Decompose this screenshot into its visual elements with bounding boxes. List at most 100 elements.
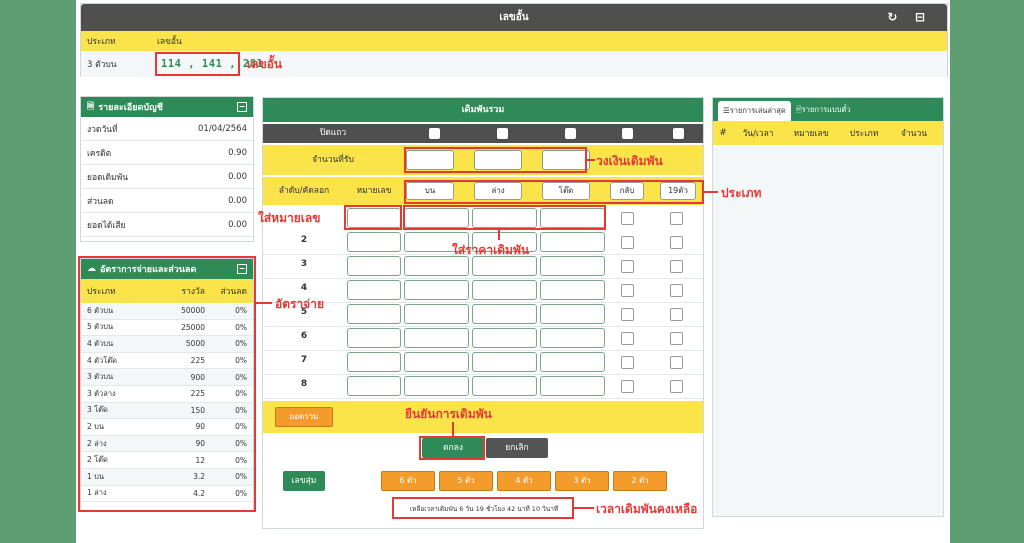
nineteen-checkbox[interactable] (670, 260, 683, 273)
annotation-line (704, 191, 718, 193)
close-col-checkbox[interactable] (429, 128, 440, 139)
number-input[interactable] (347, 328, 401, 348)
price-input[interactable] (472, 352, 537, 372)
reverse-checkbox[interactable] (621, 308, 634, 321)
row-number: 4 (300, 283, 308, 293)
nineteen-checkbox[interactable] (670, 284, 683, 297)
row-number: 6 (300, 331, 308, 341)
price-input[interactable] (404, 328, 469, 348)
locked-numbers-title: เลขอั้น (499, 12, 529, 23)
close-col-checkbox[interactable] (497, 128, 508, 139)
reverse-checkbox[interactable] (621, 212, 634, 225)
row-number: 8 (300, 379, 308, 389)
annotation-locked: เลขอั้น (247, 57, 283, 71)
close-col-checkbox[interactable] (622, 128, 633, 139)
quick-digit-button[interactable]: 5 ตัว (439, 471, 493, 491)
account-row: งวดวันที่ 01/04/2564 (81, 117, 253, 141)
recent-bets-panel: ☰รายการเล่นล่าสุด 🗎รายการแบบตั๋ว # วัน/เ… (712, 97, 944, 517)
tab-ticket[interactable]: 🗎รายการแบบตั๋ว (791, 100, 856, 121)
account-row-label: ยอดเดิมพัน (87, 172, 129, 183)
account-title: รายละเอียดบัญชี (98, 103, 163, 113)
account-row: ส่วนลด 0.00 (81, 189, 253, 213)
annotation-box (78, 256, 256, 512)
refresh-icon[interactable]: ↻ (887, 10, 897, 24)
col-type: ประเภท (849, 129, 879, 139)
col-index: # (719, 128, 727, 138)
row-divider (263, 374, 703, 375)
reverse-checkbox[interactable] (621, 236, 634, 249)
sum-button[interactable]: ยอดรวม (275, 407, 333, 427)
number-input[interactable] (347, 256, 401, 276)
row-divider (263, 302, 703, 303)
document-icon: 🗎 (87, 102, 95, 112)
annotation-line (498, 230, 500, 240)
account-row-value: 0.00 (228, 171, 247, 182)
col-numbers: เลขอั้น (157, 37, 182, 47)
number-input[interactable] (347, 352, 401, 372)
collapse-icon[interactable]: − (237, 102, 247, 112)
account-row-label: ส่วนลด (87, 196, 114, 207)
quick-digit-button[interactable]: 4 ตัว (497, 471, 551, 491)
nineteen-checkbox[interactable] (670, 380, 683, 393)
quick-digit-button[interactable]: 3 ตัว (555, 471, 609, 491)
nineteen-checkbox[interactable] (670, 332, 683, 345)
price-input[interactable] (472, 328, 537, 348)
random-number-button[interactable]: เลขสุ่ม (283, 471, 325, 491)
close-col-checkbox[interactable] (565, 128, 576, 139)
minimize-icon[interactable]: ⊟ (915, 10, 925, 24)
annotation-bet-amount: วงเงินเดิมพัน (596, 154, 663, 168)
close-col-checkbox[interactable] (673, 128, 684, 139)
price-input[interactable] (540, 328, 605, 348)
annotation-line (452, 422, 454, 436)
number-input[interactable] (347, 304, 401, 324)
cancel-button[interactable]: ยกเลิก (486, 438, 548, 458)
quick-digit-button[interactable]: 2 ตัว (613, 471, 667, 491)
nineteen-checkbox[interactable] (670, 308, 683, 321)
quick-digit-button[interactable]: 6 ตัว (381, 471, 435, 491)
number-input[interactable] (347, 232, 401, 252)
account-header: 🗎 รายละเอียดบัญชี − (81, 97, 253, 117)
annotation-box (403, 205, 606, 230)
number-input[interactable] (347, 280, 401, 300)
price-input[interactable] (540, 232, 605, 252)
account-row: ยอดได้เสีย 0.00 (81, 213, 253, 237)
reverse-checkbox[interactable] (621, 356, 634, 369)
row-divider (263, 326, 703, 327)
price-input[interactable] (540, 352, 605, 372)
account-row: ยอดเดิมพัน 0.00 (81, 165, 253, 189)
account-row: เครดิต 0.90 (81, 141, 253, 165)
col-amount: จำนวน (900, 129, 928, 139)
number-input[interactable] (347, 376, 401, 396)
reverse-checkbox[interactable] (621, 260, 634, 273)
amount-label: จำนวนที่รับ (312, 155, 354, 165)
tab-recent[interactable]: ☰รายการเล่นล่าสุด (718, 101, 791, 121)
nineteen-checkbox[interactable] (670, 356, 683, 369)
price-input[interactable] (540, 304, 605, 324)
price-input[interactable] (540, 256, 605, 276)
price-input[interactable] (472, 280, 537, 300)
recent-column-header: # วัน/เวลา หมายเลข ประเภท จำนวน (713, 121, 943, 145)
price-input[interactable] (540, 376, 605, 396)
price-input[interactable] (540, 280, 605, 300)
price-input[interactable] (472, 304, 537, 324)
annotation-enter-price: ใส่ราคาเดิมพัน (452, 243, 530, 257)
price-input[interactable] (404, 376, 469, 396)
price-input[interactable] (472, 376, 537, 396)
close-row-label: ปิดแถว (319, 128, 347, 138)
price-input[interactable] (404, 352, 469, 372)
nineteen-checkbox[interactable] (670, 212, 683, 225)
number-label: หมายเลข (356, 186, 392, 196)
reverse-checkbox[interactable] (621, 284, 634, 297)
annotation-box (155, 52, 240, 76)
account-row-value: 0.90 (228, 147, 247, 158)
locked-numbers-header: เลขอั้น ↻ ⊟ (81, 4, 947, 31)
price-input[interactable] (404, 304, 469, 324)
nineteen-checkbox[interactable] (670, 236, 683, 249)
row-divider (263, 350, 703, 351)
col-datetime: วัน/เวลา (742, 129, 774, 139)
row-divider (263, 398, 703, 399)
reverse-checkbox[interactable] (621, 380, 634, 393)
reverse-checkbox[interactable] (621, 332, 634, 345)
price-input[interactable] (404, 280, 469, 300)
account-row-value: 0.00 (228, 219, 247, 230)
